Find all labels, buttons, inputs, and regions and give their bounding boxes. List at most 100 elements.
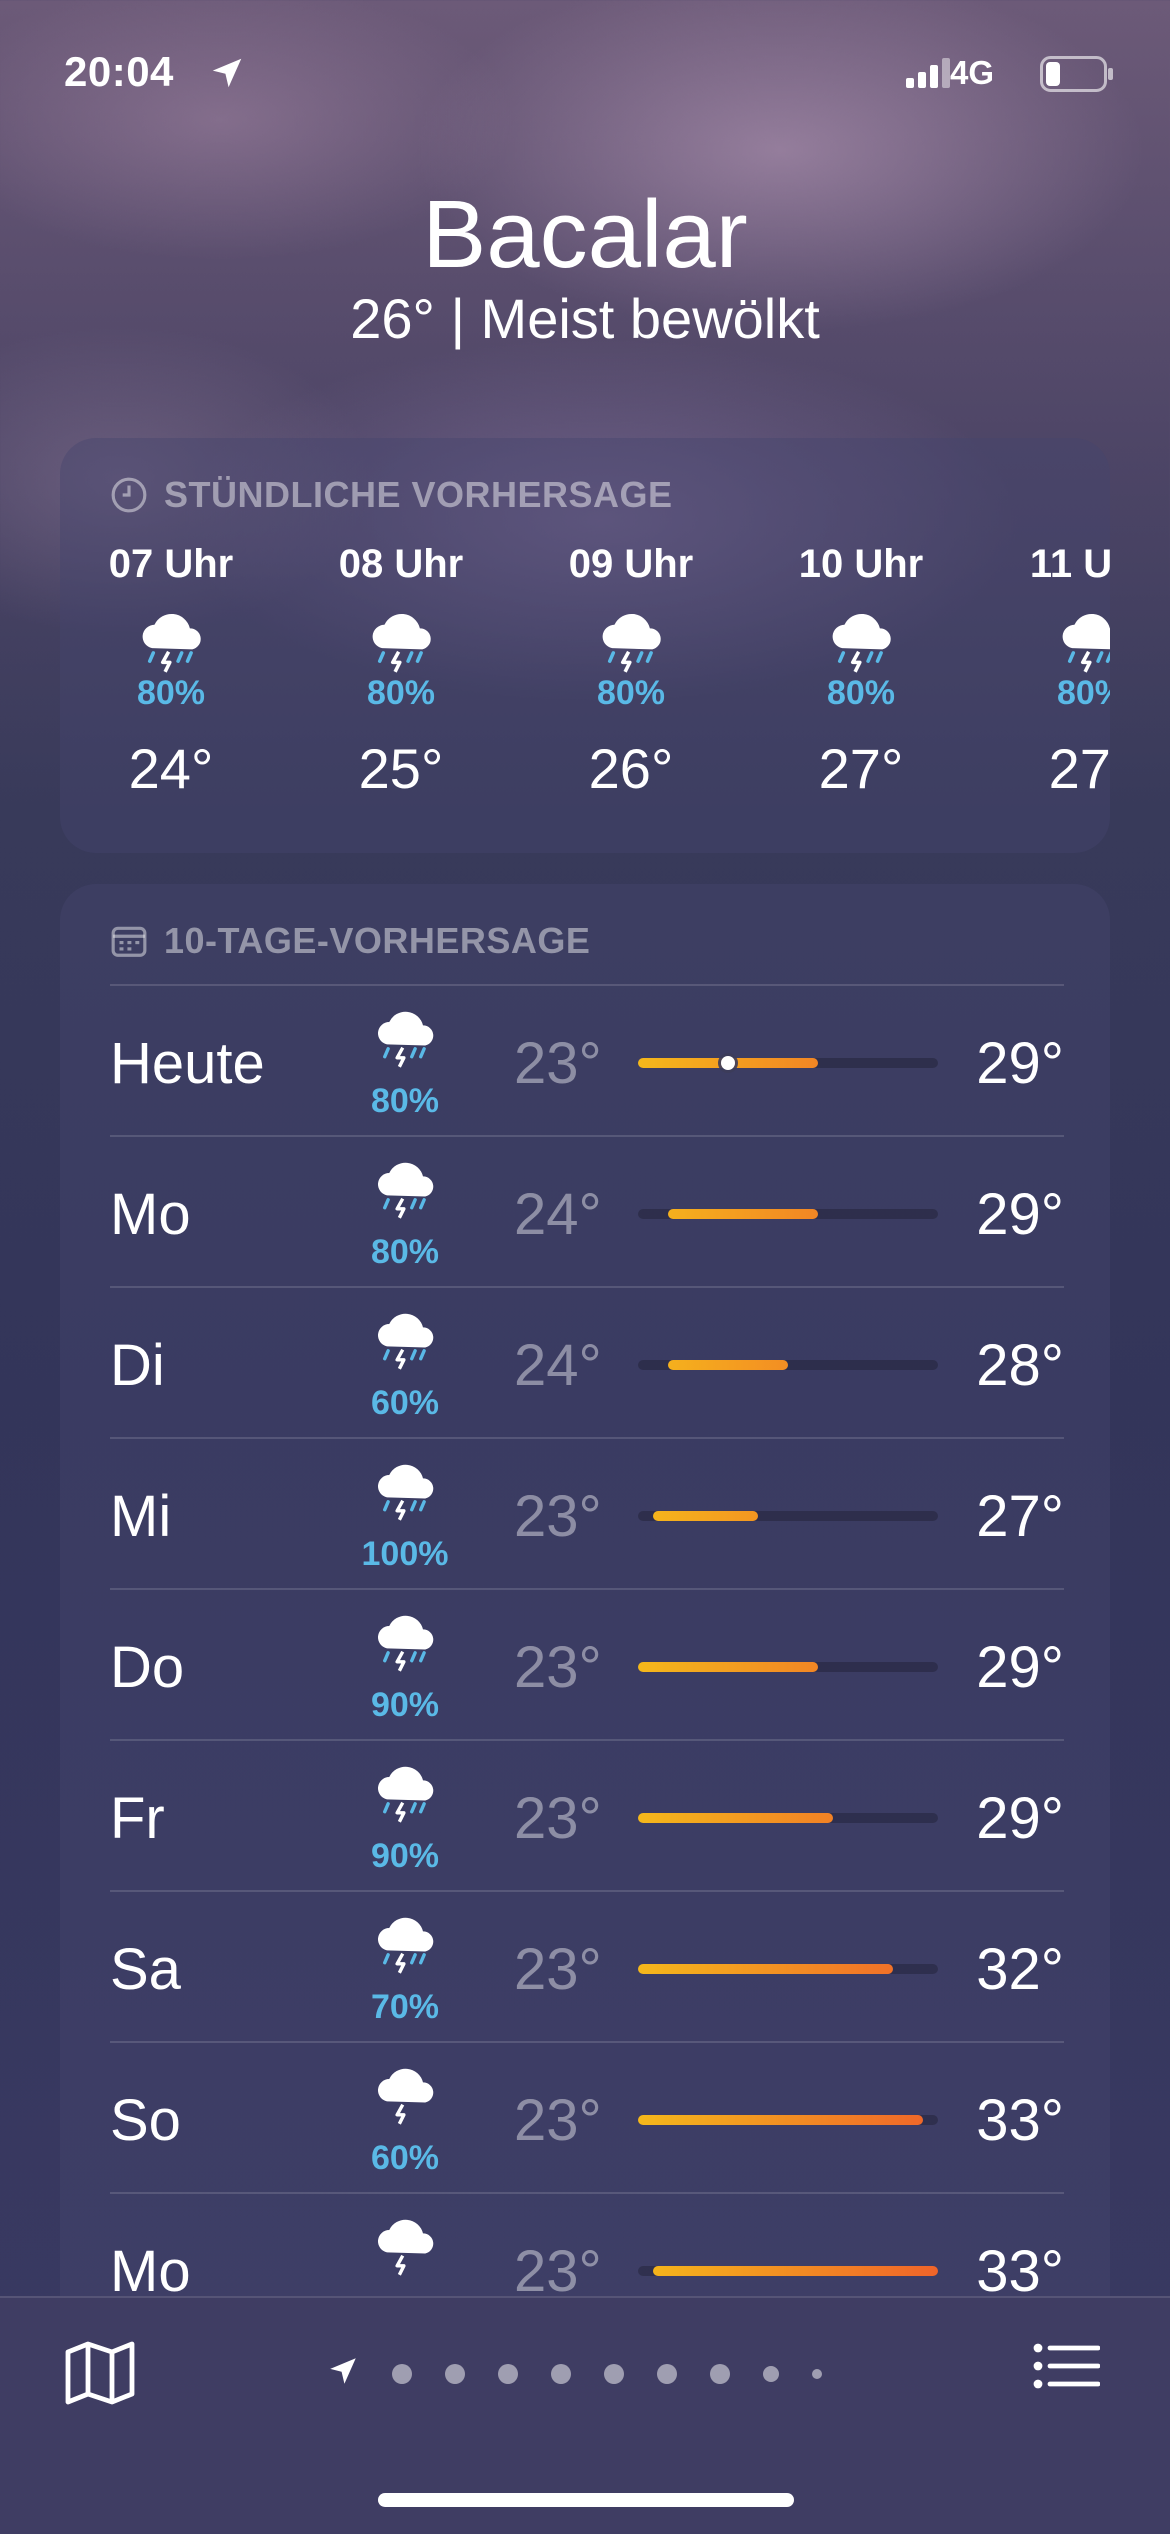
thunderstorm-rain-icon	[976, 608, 1110, 680]
thunderstorm-rain-icon	[350, 1157, 460, 1224]
network-type: 4G	[950, 54, 995, 91]
precip-probability: 80%	[370, 1233, 440, 1271]
precip-probability: 80%	[136, 674, 206, 712]
precip-probability: 80%	[370, 1082, 440, 1120]
day-label: Heute	[110, 1031, 265, 1096]
thunderstorm-rain-icon	[350, 1610, 460, 1677]
calendar-icon	[111, 926, 147, 957]
page-dot[interactable]	[763, 2365, 779, 2382]
temperature-range-bar	[638, 1209, 938, 1219]
page-dot[interactable]	[812, 2368, 822, 2379]
high-temperature: 32°	[976, 1937, 1064, 2002]
hour-label: 10 Uhr	[798, 542, 924, 586]
page-dot[interactable]	[392, 2363, 412, 2384]
status-time: 20:04	[64, 48, 174, 95]
temperature-range-bar	[638, 1813, 938, 1823]
hour-label: 08 Uhr	[338, 542, 464, 586]
hourly-item: 08 Uhr 80% 25°	[286, 542, 516, 806]
precip-probability: 80%	[1056, 674, 1110, 712]
day-label: Di	[110, 1333, 165, 1398]
map-icon[interactable]	[64, 2340, 136, 2411]
high-temperature: 29°	[976, 1786, 1064, 1851]
precip-probability: 80%	[596, 674, 666, 712]
temperature-range-fill	[668, 1360, 788, 1370]
temperature-range-bar	[638, 1662, 938, 1672]
temperature-range-bar	[638, 2266, 938, 2276]
thunderstorm-rain-icon	[350, 1459, 460, 1526]
hourly-forecast-title-text: STÜNDLICHE VORHERSAGE	[164, 474, 673, 515]
daily-row[interactable]: Heute 80% 23° 29°	[110, 986, 1064, 1137]
high-temperature: 33°	[976, 2088, 1064, 2153]
high-temperature: 27°	[976, 1484, 1064, 1549]
temperature-range-fill	[638, 1662, 818, 1672]
temperature-range-fill	[668, 1209, 818, 1219]
daily-row[interactable]: Fr 90% 23° 29°	[110, 1741, 1064, 1892]
low-temperature: 23°	[514, 2239, 602, 2304]
low-temperature: 23°	[514, 1937, 602, 2002]
day-label: Do	[110, 1635, 185, 1700]
page-dot[interactable]	[551, 2363, 571, 2384]
thunderstorm-rain-icon	[350, 1912, 460, 1979]
daily-row[interactable]: Sa 70% 23° 32°	[110, 1892, 1064, 2043]
page-dot[interactable]	[498, 2363, 518, 2384]
status-bar: 20:04 4G	[0, 44, 1170, 104]
clock-icon	[111, 477, 147, 513]
hour-temperature: 27°	[1048, 737, 1110, 800]
hour-temperature: 24°	[128, 737, 214, 800]
temperature-range-fill	[638, 1813, 833, 1823]
thunderstorm-rain-icon	[350, 1006, 460, 1073]
day-label: Sa	[110, 1937, 181, 2002]
daily-row[interactable]: Di 60% 24° 28°	[110, 1288, 1064, 1439]
daily-forecast-title: 10-TAGE-VORHERSAGE	[110, 920, 590, 962]
temperature-range-fill	[653, 1511, 758, 1521]
temperature-range-fill	[653, 2266, 938, 2276]
thunderstorm-rain-icon	[516, 608, 746, 680]
hourly-item: 10 Uhr 80% 27°	[746, 542, 976, 806]
precip-probability: 90%	[370, 1686, 440, 1724]
home-indicator[interactable]	[378, 2493, 794, 2507]
daily-row[interactable]: So 60% 23° 33°	[110, 2043, 1064, 2194]
page-indicator[interactable]	[326, 2354, 855, 2393]
thunderstorm-icon	[350, 2214, 460, 2281]
day-label: Mo	[110, 1182, 191, 1247]
low-temperature: 24°	[514, 1333, 602, 1398]
daily-row[interactable]: Do 90% 23° 29°	[110, 1590, 1064, 1741]
low-temperature: 23°	[514, 1786, 602, 1851]
low-temperature: 23°	[514, 1031, 602, 1096]
location-arrow-icon[interactable]	[326, 2354, 360, 2393]
location-header: Bacalar 26° | Meist bewölkt	[0, 180, 1170, 354]
low-temperature: 23°	[514, 2088, 602, 2153]
current-condition: 26° | Meist bewölkt	[350, 287, 820, 350]
temperature-range-bar	[638, 1056, 938, 1070]
temperature-range-bar	[638, 2115, 938, 2125]
daily-row[interactable]: Mi 100% 23° 27°	[110, 1439, 1064, 1590]
city-name: Bacalar	[422, 181, 748, 288]
signal-icon	[906, 58, 952, 93]
temperature-range-bar	[638, 1360, 938, 1370]
page-dot[interactable]	[445, 2363, 465, 2384]
high-temperature: 33°	[976, 2239, 1064, 2304]
hourly-forecast-title: STÜNDLICHE VORHERSAGE	[110, 474, 673, 516]
daily-forecast-card[interactable]: 10-TAGE-VORHERSAGE Heute 80% 23° 29° Mo 80% 24…	[60, 884, 1110, 2364]
high-temperature: 28°	[976, 1333, 1064, 1398]
temperature-range-fill	[638, 1964, 893, 1974]
page-dot[interactable]	[604, 2363, 624, 2384]
day-label: Mi	[110, 1484, 172, 1549]
hour-label: 11 Uhr	[1029, 542, 1110, 586]
precip-probability: 70%	[370, 1988, 440, 2026]
low-temperature: 23°	[514, 1635, 602, 1700]
daily-forecast-title-text: 10-TAGE-VORHERSAGE	[164, 920, 591, 961]
daily-row[interactable]: Mo 80% 24° 29°	[110, 1137, 1064, 1288]
day-label: Fr	[110, 1786, 165, 1851]
page-dot[interactable]	[657, 2363, 677, 2384]
page-dot[interactable]	[710, 2363, 730, 2384]
temperature-range-fill	[638, 2115, 923, 2125]
hour-temperature: 27°	[818, 737, 904, 800]
precip-probability: 80%	[826, 674, 896, 712]
thunderstorm-rain-icon	[350, 1308, 460, 1375]
day-label: So	[110, 2088, 181, 2153]
high-temperature: 29°	[976, 1031, 1064, 1096]
low-temperature: 24°	[514, 1182, 602, 1247]
hourly-forecast-card[interactable]: STÜNDLICHE VORHERSAGE 07 Uhr 80% 24° 08 Uhr…	[60, 438, 1110, 853]
list-icon[interactable]	[1032, 2342, 1101, 2395]
